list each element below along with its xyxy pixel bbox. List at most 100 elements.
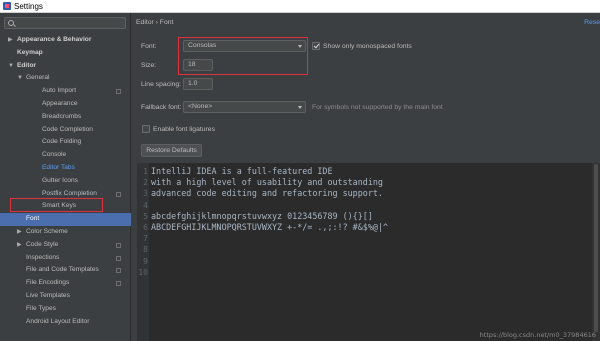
code-line: 4 <box>143 200 388 211</box>
sidebar-item-label: Gutter Icons <box>42 176 78 184</box>
font-label: Font: <box>141 43 157 50</box>
line-number: 3 <box>143 189 148 199</box>
sidebar-item-label: Appearance <box>42 99 78 107</box>
sidebar-item[interactable]: Breadcrumbs <box>0 111 131 124</box>
fallback-font-label: Fallback font: <box>141 104 182 111</box>
sidebar-item[interactable]: Android Layout Editor <box>0 316 131 329</box>
sidebar-item[interactable]: File Encodings <box>0 277 131 290</box>
line-spacing-label: Line spacing: <box>141 81 182 88</box>
project-scope-icon <box>116 242 121 248</box>
window-title: Settings <box>14 1 43 11</box>
code-line: 6 ABCDEFGHIJKLMNOPQRSTUVWXYZ +-*/= .,;:!?… <box>143 221 388 233</box>
line-number: 1 <box>143 167 148 176</box>
sidebar-item-label: File and Code Templates <box>26 266 99 274</box>
sidebar-item-label: Font <box>26 215 40 223</box>
sidebar-item[interactable]: Smart Keys <box>0 200 131 213</box>
preview-code: 1 IntelliJ IDEA is a full-featured IDE 2 wi… <box>138 166 388 278</box>
chevron-down-icon <box>298 106 302 109</box>
code-line: 7 <box>143 233 388 244</box>
sidebar-item-label: Inspections <box>26 253 60 261</box>
code-text: abcdefghijklmnopqrstuvwxyz 0123456789 ()… <box>151 210 373 221</box>
sidebar-item[interactable]: Gutter Icons <box>0 175 131 188</box>
sidebar-item[interactable]: Postfix Completion <box>0 188 131 201</box>
sidebar-item-label: Appearance & Behavior <box>17 36 92 43</box>
line-number: 7 <box>143 234 148 244</box>
sidebar-item-label: Live Templates <box>26 291 70 299</box>
sidebar-item[interactable]: ▶ Code Style <box>0 239 131 252</box>
sidebar-item-label: Postfix Completion <box>42 189 97 197</box>
collapse-arrow-icon[interactable]: ▶ <box>8 34 13 47</box>
font-combo-value: Consolas <box>188 42 217 49</box>
project-scope-icon <box>116 89 121 95</box>
sidebar-item[interactable]: File Types <box>0 303 131 316</box>
expand-arrow-icon[interactable]: ▼ <box>8 60 14 73</box>
sidebar-item[interactable]: ▼ General <box>0 72 131 85</box>
code-line: 5 abcdefghijklmnopqrstuvwxyz 0123456789 (… <box>143 210 388 222</box>
code-line: 1 IntelliJ IDEA is a full-featured IDE <box>143 166 388 177</box>
breadcrumb: Editor › Font <box>136 19 174 26</box>
code-line: 2 with a high level of usability and outs… <box>143 177 388 188</box>
code-line: 10 <box>138 267 388 278</box>
search-icon <box>8 20 14 26</box>
sidebar-item-label: Editor Tabs <box>42 163 75 171</box>
sidebar-item-label: File Encodings <box>26 279 70 287</box>
ligatures-label: Enable font ligatures <box>153 126 215 133</box>
sidebar-item[interactable]: ▶ Appearance & Behavior <box>0 34 131 47</box>
fallback-font-combo[interactable]: <None> <box>183 101 306 113</box>
code-line: 3 advanced code editing and refactoring s… <box>143 188 388 199</box>
font-preview-editor[interactable]: 1 IntelliJ IDEA is a full-featured IDE 2 wi… <box>137 163 600 341</box>
sidebar-item[interactable]: Keymap <box>0 47 131 60</box>
code-line: 9 <box>143 256 388 267</box>
sidebar-item[interactable]: Inspections <box>0 252 131 265</box>
code-text: ABCDEFGHIJKLMNOPQRSTUVWXYZ +-*/= .,;:!? … <box>151 221 388 232</box>
sidebar-item[interactable]: Editor Tabs <box>0 162 131 175</box>
project-scope-icon <box>116 268 121 274</box>
vertical-scrollbar[interactable] <box>592 163 600 341</box>
scrollbar-thumb[interactable] <box>594 164 598 332</box>
fallback-font-value: <None> <box>188 103 213 110</box>
line-spacing-input[interactable]: 1.0 <box>183 78 213 90</box>
ligatures-checkbox[interactable] <box>142 125 150 133</box>
window-titlebar: Settings <box>0 0 600 13</box>
font-combo[interactable]: Consolas <box>183 40 306 52</box>
expand-arrow-icon[interactable]: ▼ <box>17 72 23 85</box>
collapse-arrow-icon[interactable]: ▶ <box>17 226 22 239</box>
sidebar-item-label: General <box>26 74 50 82</box>
line-number: 4 <box>143 200 148 210</box>
line-number: 9 <box>143 256 148 266</box>
sidebar-item-label: Code Folding <box>42 138 82 146</box>
sidebar-item[interactable]: Code Folding <box>0 136 131 149</box>
settings-sidebar: ▶ Appearance & Behavior Keymap ▼ Editor ▼ Gene… <box>0 13 131 341</box>
line-number: 8 <box>143 245 148 255</box>
chevron-down-icon <box>298 45 302 48</box>
project-scope-icon <box>116 255 121 261</box>
reset-link[interactable]: Rese <box>584 19 600 26</box>
settings-tree: ▶ Appearance & Behavior Keymap ▼ Editor ▼ Gene… <box>0 34 131 328</box>
line-number: 6 <box>143 222 148 232</box>
code-text: advanced code editing and refactoring su… <box>151 188 383 199</box>
fallback-font-hint: For symbols not supported by the main fo… <box>312 104 443 111</box>
sidebar-item-label: Auto Import <box>42 87 77 95</box>
monospaced-checkbox[interactable] <box>312 42 320 50</box>
size-input[interactable]: 18 <box>183 59 213 71</box>
sidebar-item-label: Android Layout Editor <box>26 317 90 325</box>
sidebar-item[interactable]: Code Completion <box>0 124 131 137</box>
sidebar-item[interactable]: Appearance <box>0 98 131 111</box>
sidebar-item[interactable]: Console <box>0 149 131 162</box>
sidebar-item[interactable]: ▼ Editor <box>0 60 131 73</box>
settings-search-input[interactable] <box>4 17 126 29</box>
restore-defaults-button[interactable]: Restore Defaults <box>141 144 202 157</box>
sidebar-item[interactable]: File and Code Templates <box>0 264 131 277</box>
sidebar-item-label: Code Style <box>26 240 59 248</box>
sidebar-item[interactable]: ▶ Color Scheme <box>0 226 131 239</box>
size-label: Size: <box>141 62 157 69</box>
sidebar-item-label: Smart Keys <box>42 202 77 210</box>
project-scope-icon <box>116 281 121 287</box>
sidebar-item[interactable]: Live Templates <box>0 290 131 303</box>
sidebar-item[interactable]: Auto Import <box>0 85 131 98</box>
sidebar-item[interactable]: Font <box>0 213 131 226</box>
project-scope-icon <box>116 191 121 197</box>
sidebar-item-label: Editor <box>17 61 37 69</box>
collapse-arrow-icon[interactable]: ▶ <box>17 239 22 252</box>
sidebar-item-label: Code Completion <box>42 125 93 133</box>
